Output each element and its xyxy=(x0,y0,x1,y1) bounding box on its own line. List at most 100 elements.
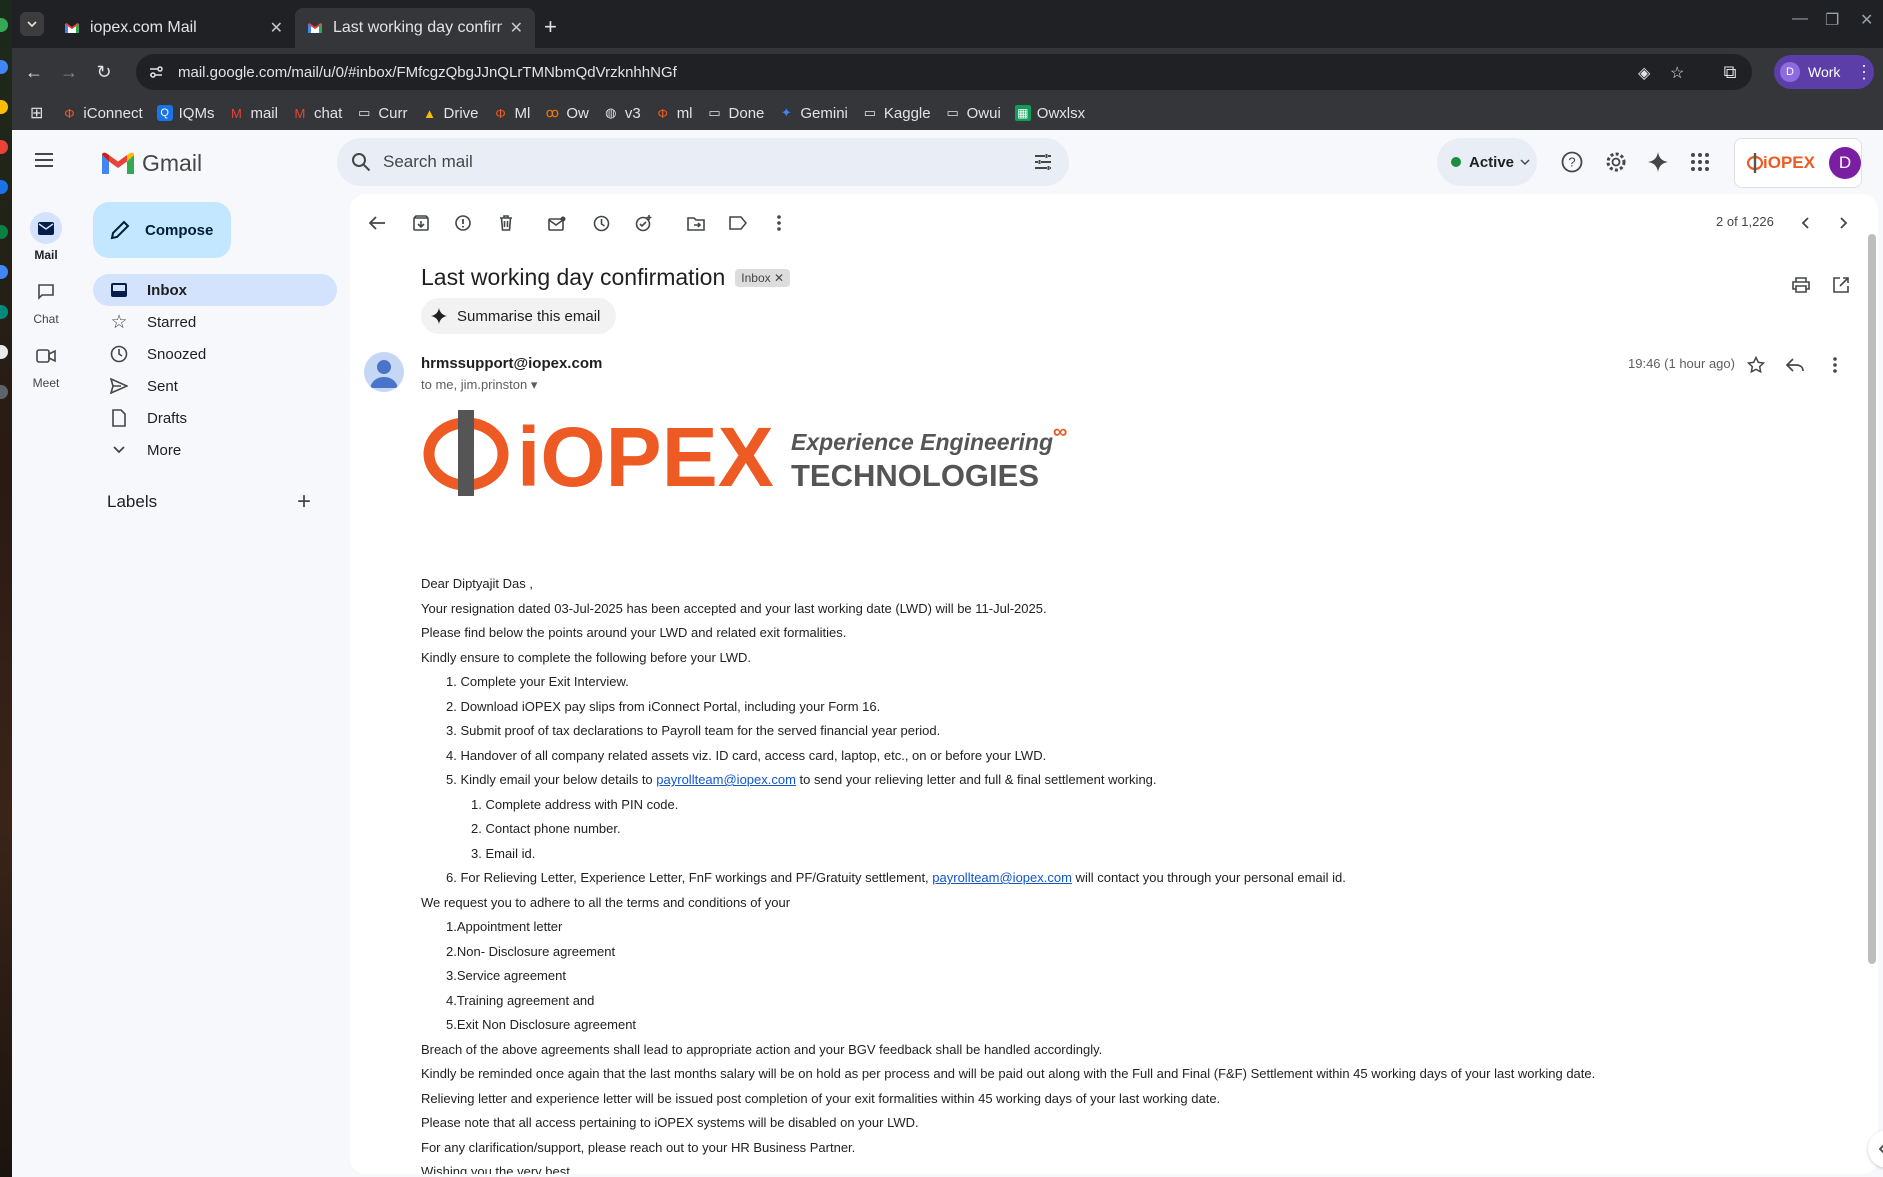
message-toolbar: 2 of 1,226 xyxy=(350,194,1878,250)
reload-icon[interactable]: ↻ xyxy=(92,60,116,84)
bookmark-folder[interactable]: ▭ Curr xyxy=(356,105,407,122)
bookmark-item[interactable]: ▦ Owxlsx xyxy=(1014,105,1085,122)
compose-button[interactable]: Compose xyxy=(93,202,231,258)
scrollbar-thumb[interactable] xyxy=(1868,234,1876,964)
browser-tab-active[interactable]: Last working day confirm ✕ xyxy=(295,8,535,48)
payroll-email-link[interactable]: payrollteam@iopex.com xyxy=(932,870,1072,885)
reply-icon[interactable] xyxy=(1784,354,1806,376)
delete-trash-icon[interactable] xyxy=(495,212,517,234)
dock-app-icon[interactable] xyxy=(0,265,8,279)
dock-app-icon[interactable] xyxy=(0,60,8,74)
rail-mail[interactable]: Mail xyxy=(12,212,80,262)
bookmark-item[interactable]: Mmail xyxy=(228,105,278,122)
gmail-logo[interactable]: Gmail xyxy=(102,150,202,177)
remove-label-icon[interactable]: ✕ xyxy=(774,271,784,285)
bookmark-folder[interactable]: ▭ Owui xyxy=(945,105,1000,122)
inbox-label-chip[interactable]: Inbox ✕ xyxy=(735,268,791,287)
bookmark-item[interactable]: Q IQMs xyxy=(156,105,214,122)
extensions-icon[interactable]: ⧉ xyxy=(1718,60,1742,84)
bookmark-folder[interactable]: ▭ Done xyxy=(707,105,764,122)
dock-app-icon[interactable] xyxy=(0,100,8,114)
minimize-icon[interactable]: — xyxy=(1792,10,1808,28)
address-bar[interactable]: mail.google.com/mail/u/0/#inbox/FMfcgzQb… xyxy=(136,54,1752,90)
dock-app-icon[interactable] xyxy=(0,140,8,154)
help-icon[interactable]: ? xyxy=(1559,149,1585,175)
label-tag-icon[interactable] xyxy=(727,212,749,234)
site-info-icon xyxy=(150,66,163,78)
gmail-favicon-icon xyxy=(65,23,79,33)
search-icon xyxy=(352,153,371,172)
sender-email[interactable]: hrmssupport@iopex.com xyxy=(421,355,602,372)
search-input[interactable]: Search mail xyxy=(383,152,473,172)
bookmark-star-icon[interactable]: ☆ xyxy=(1670,63,1684,83)
nav-more[interactable]: More xyxy=(93,434,337,466)
bookmark-item[interactable]: ◍ v3 xyxy=(603,105,641,122)
dock-app-icon[interactable] xyxy=(0,18,8,32)
browser-menu-icon[interactable]: ⋮ xyxy=(1852,60,1876,84)
nav-snoozed[interactable]: Snoozed xyxy=(93,338,337,370)
back-to-inbox-icon[interactable] xyxy=(366,212,388,234)
lens-icon[interactable]: ◈ xyxy=(1638,63,1650,83)
bookmark-item[interactable]: ▲ Drive xyxy=(422,105,478,122)
forward-arrow-icon[interactable]: → xyxy=(57,60,81,84)
newer-chevron-left-icon[interactable] xyxy=(1794,212,1816,234)
bookmark-folder[interactable]: ▭ Kaggle xyxy=(862,105,931,122)
rail-chat[interactable]: Chat xyxy=(12,276,80,326)
bookmark-item[interactable]: Φml xyxy=(655,105,693,122)
close-tab-icon[interactable]: ✕ xyxy=(510,18,523,38)
settings-gear-icon[interactable] xyxy=(1603,149,1629,175)
add-to-tasks-icon[interactable] xyxy=(633,212,655,234)
bookmark-item[interactable]: Φ Ml xyxy=(493,105,530,122)
tab-search-button[interactable] xyxy=(20,12,44,36)
star-message-icon[interactable] xyxy=(1745,354,1767,376)
search-bar[interactable]: Search mail xyxy=(337,138,1069,186)
body-paragraph: Please note that all access pertaining t… xyxy=(421,1115,919,1130)
nav-drafts[interactable]: Drafts xyxy=(93,402,337,434)
close-tab-icon[interactable]: ✕ xyxy=(270,18,283,38)
dock-app-icon[interactable] xyxy=(0,305,8,319)
payroll-email-link[interactable]: payrollteam@iopex.com xyxy=(656,772,796,787)
back-arrow-icon[interactable]: ← xyxy=(22,60,46,84)
google-apps-icon[interactable] xyxy=(1687,149,1713,175)
message-more-icon[interactable] xyxy=(1824,354,1846,376)
bookmark-item[interactable]: ꝏ Ow xyxy=(544,105,589,122)
print-icon[interactable] xyxy=(1790,274,1812,296)
archive-icon[interactable] xyxy=(410,212,432,234)
older-chevron-right-icon[interactable] xyxy=(1833,212,1855,234)
more-options-icon[interactable] xyxy=(768,212,790,234)
dock-app-icon[interactable] xyxy=(0,385,8,399)
summarise-email-button[interactable]: Summarise this email xyxy=(421,298,617,334)
recipients[interactable]: to me, jim.prinston ▾ xyxy=(421,377,537,393)
main-menu-icon[interactable] xyxy=(34,152,54,168)
rail-meet[interactable]: Meet xyxy=(12,340,80,390)
add-label-icon[interactable]: + xyxy=(297,488,311,516)
drive-favicon-icon: ▲ xyxy=(423,105,436,121)
dock-app-icon[interactable] xyxy=(0,225,8,239)
apps-grid-icon[interactable]: ⊞ xyxy=(30,103,43,123)
bookmark-item[interactable]: ΦiConnect xyxy=(61,105,142,122)
nav-starred[interactable]: ☆ Starred xyxy=(93,306,337,338)
body-paragraph: Relieving letter and experience letter w… xyxy=(421,1090,1221,1106)
browser-tab[interactable]: iopex.com Mail ✕ xyxy=(52,8,295,48)
gemini-sparkle-icon[interactable] xyxy=(1645,149,1671,175)
restore-icon[interactable]: ❐ xyxy=(1825,10,1839,30)
window-close-icon[interactable]: ✕ xyxy=(1860,10,1873,30)
dock-app-icon[interactable] xyxy=(0,345,8,359)
sender-avatar[interactable] xyxy=(364,352,404,392)
bookmark-item[interactable]: Mchat xyxy=(292,105,343,122)
status-dropdown[interactable]: Active xyxy=(1437,138,1537,186)
account-switcher[interactable]: iOPEX D xyxy=(1734,138,1862,188)
iopex-logo-icon xyxy=(1747,153,1763,173)
new-tab-icon[interactable]: + xyxy=(544,14,557,40)
details-chevron-icon[interactable]: ▾ xyxy=(531,377,538,392)
dock-app-icon[interactable] xyxy=(0,180,8,194)
folder-icon: ▭ xyxy=(358,105,371,120)
bookmark-item[interactable]: ✦ Gemini xyxy=(778,105,848,122)
nav-inbox[interactable]: Inbox xyxy=(93,274,337,306)
move-to-folder-icon[interactable] xyxy=(685,212,707,234)
nav-sent[interactable]: Sent xyxy=(93,370,337,402)
report-spam-icon[interactable] xyxy=(452,212,474,234)
mark-unread-icon[interactable] xyxy=(546,212,568,234)
open-new-window-icon[interactable] xyxy=(1830,274,1852,296)
snooze-clock-icon[interactable] xyxy=(590,212,612,234)
